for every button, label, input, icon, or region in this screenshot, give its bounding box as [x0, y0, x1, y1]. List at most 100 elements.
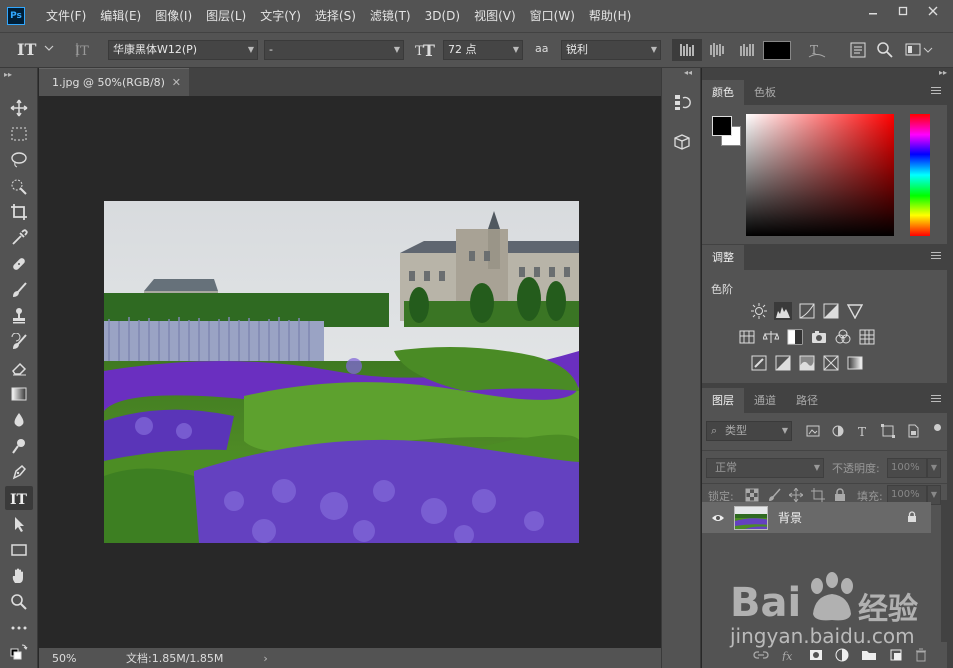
filter-toggle-switch[interactable]: [934, 424, 941, 431]
layers-scrollbar[interactable]: [941, 500, 947, 650]
character-panel-icon[interactable]: [849, 41, 867, 63]
lock-all-icon[interactable]: [833, 488, 847, 502]
healing-brush-tool[interactable]: [5, 252, 33, 276]
black-white-icon[interactable]: [786, 328, 804, 346]
history-panel-button[interactable]: [670, 90, 694, 114]
gradient-tool[interactable]: [5, 382, 33, 406]
eye-icon[interactable]: [711, 513, 725, 523]
panel-menu-icon[interactable]: [931, 395, 941, 405]
lock-position-icon[interactable]: [789, 488, 803, 502]
filter-smart-object-icon[interactable]: [906, 424, 920, 438]
threshold-icon[interactable]: [798, 354, 816, 372]
brightness-icon[interactable]: [750, 302, 768, 320]
text-color-swatch[interactable]: [763, 41, 791, 60]
curves-icon[interactable]: [798, 302, 816, 320]
panel-menu-icon[interactable]: [931, 87, 941, 97]
crop-tool[interactable]: [5, 200, 33, 224]
pen-tool[interactable]: [5, 460, 33, 484]
trash-icon[interactable]: [915, 648, 927, 662]
rectangle-tool[interactable]: [5, 538, 33, 562]
collapse-toolbar-icon[interactable]: ▸▸: [4, 70, 12, 79]
selective-color-icon[interactable]: [822, 354, 840, 372]
channel-mixer-icon[interactable]: [834, 328, 852, 346]
font-family-select[interactable]: 华康黑体W12(P) ▼: [108, 40, 258, 60]
tab-swatches[interactable]: 色板: [744, 80, 786, 105]
opacity-dropdown-icon[interactable]: ▼: [927, 458, 941, 478]
menu-layer[interactable]: 图层(L): [199, 0, 253, 32]
tab-channels[interactable]: 通道: [744, 388, 786, 413]
marquee-tool[interactable]: [5, 122, 33, 146]
new-group-icon[interactable]: [861, 649, 877, 661]
new-adjustment-icon[interactable]: [835, 648, 849, 662]
menu-filter[interactable]: 滤镜(T): [363, 0, 418, 32]
filter-shape-icon[interactable]: [881, 424, 895, 438]
foreground-color-swatch[interactable]: [712, 116, 732, 136]
color-lookup-icon[interactable]: [858, 328, 876, 346]
layer-row[interactable]: 背景: [702, 502, 931, 533]
type-tool-preset-icon[interactable]: IT: [16, 39, 38, 64]
color-swatches-tool[interactable]: [5, 640, 33, 662]
menu-type[interactable]: 文字(Y): [253, 0, 308, 32]
font-size-select[interactable]: 72 点 ▼: [443, 40, 523, 60]
brush-tool[interactable]: [5, 278, 33, 302]
menu-view[interactable]: 视图(V): [467, 0, 523, 32]
invert-icon[interactable]: [750, 354, 768, 372]
lock-transparent-icon[interactable]: [745, 488, 759, 502]
menu-file[interactable]: 文件(F): [39, 0, 93, 32]
canvas-image[interactable]: [104, 201, 579, 543]
fx-icon[interactable]: fx: [781, 649, 797, 661]
menu-help[interactable]: 帮助(H): [582, 0, 638, 32]
panel-menu-icon[interactable]: [931, 252, 941, 262]
color-balance-icon[interactable]: [762, 328, 780, 346]
antialias-select[interactable]: 锐利 ▼: [561, 40, 661, 60]
align-center-button[interactable]: [702, 39, 732, 61]
lock-artboard-icon[interactable]: [811, 488, 825, 502]
warp-text-icon[interactable]: T: [808, 41, 826, 63]
lock-pixels-icon[interactable]: [767, 488, 781, 502]
eyedropper-tool[interactable]: [5, 226, 33, 250]
lasso-tool[interactable]: [5, 148, 33, 172]
status-menu-arrow-icon[interactable]: ›: [263, 652, 267, 665]
filter-adjustment-icon[interactable]: [831, 424, 845, 438]
stamp-tool[interactable]: [5, 304, 33, 328]
maximize-button[interactable]: [889, 2, 917, 20]
path-selection-tool[interactable]: [5, 512, 33, 536]
tab-layers[interactable]: 图层: [702, 388, 744, 413]
align-right-button[interactable]: [732, 39, 762, 61]
tab-adjustments[interactable]: 调整: [702, 245, 744, 270]
opacity-input[interactable]: 100%: [887, 458, 927, 478]
tab-color[interactable]: 颜色: [702, 80, 744, 105]
quick-selection-tool[interactable]: [5, 174, 33, 198]
close-button[interactable]: [919, 2, 947, 20]
link-layers-icon[interactable]: [753, 649, 769, 661]
align-left-button[interactable]: [672, 39, 702, 61]
filter-type-icon[interactable]: T: [856, 424, 870, 438]
close-tab-icon[interactable]: ✕: [172, 76, 181, 89]
posterize-icon[interactable]: [774, 354, 792, 372]
filter-pixel-icon[interactable]: [806, 424, 820, 438]
zoom-tool[interactable]: [5, 590, 33, 614]
preset-dropdown-icon[interactable]: [44, 43, 54, 55]
zoom-level[interactable]: 50%: [39, 652, 89, 665]
dodge-tool[interactable]: [5, 434, 33, 458]
menu-3d[interactable]: 3D(D): [418, 0, 467, 32]
blur-tool[interactable]: [5, 408, 33, 432]
layer-filter-select[interactable]: ⌕ 类型 ▼: [706, 421, 792, 441]
menu-edit[interactable]: 编辑(E): [93, 0, 148, 32]
vibrance-icon[interactable]: [846, 302, 864, 320]
hue-saturation-icon[interactable]: [738, 328, 756, 346]
type-tool[interactable]: IT: [5, 486, 33, 510]
history-brush-tool[interactable]: [5, 330, 33, 354]
move-tool[interactable]: [5, 96, 33, 120]
hand-tool[interactable]: [5, 564, 33, 588]
collapse-panels-icon[interactable]: ▸▸: [939, 68, 947, 77]
exposure-icon[interactable]: [822, 302, 840, 320]
blend-mode-select[interactable]: 正常 ▼: [706, 458, 824, 478]
color-field[interactable]: [746, 114, 894, 236]
document-tab[interactable]: 1.jpg @ 50%(RGB/8) ✕: [39, 68, 189, 96]
minimize-button[interactable]: [859, 2, 887, 20]
levels-icon[interactable]: [774, 302, 792, 320]
workspace-icon[interactable]: [905, 41, 933, 63]
photo-filter-icon[interactable]: [810, 328, 828, 346]
search-icon[interactable]: [876, 41, 894, 63]
